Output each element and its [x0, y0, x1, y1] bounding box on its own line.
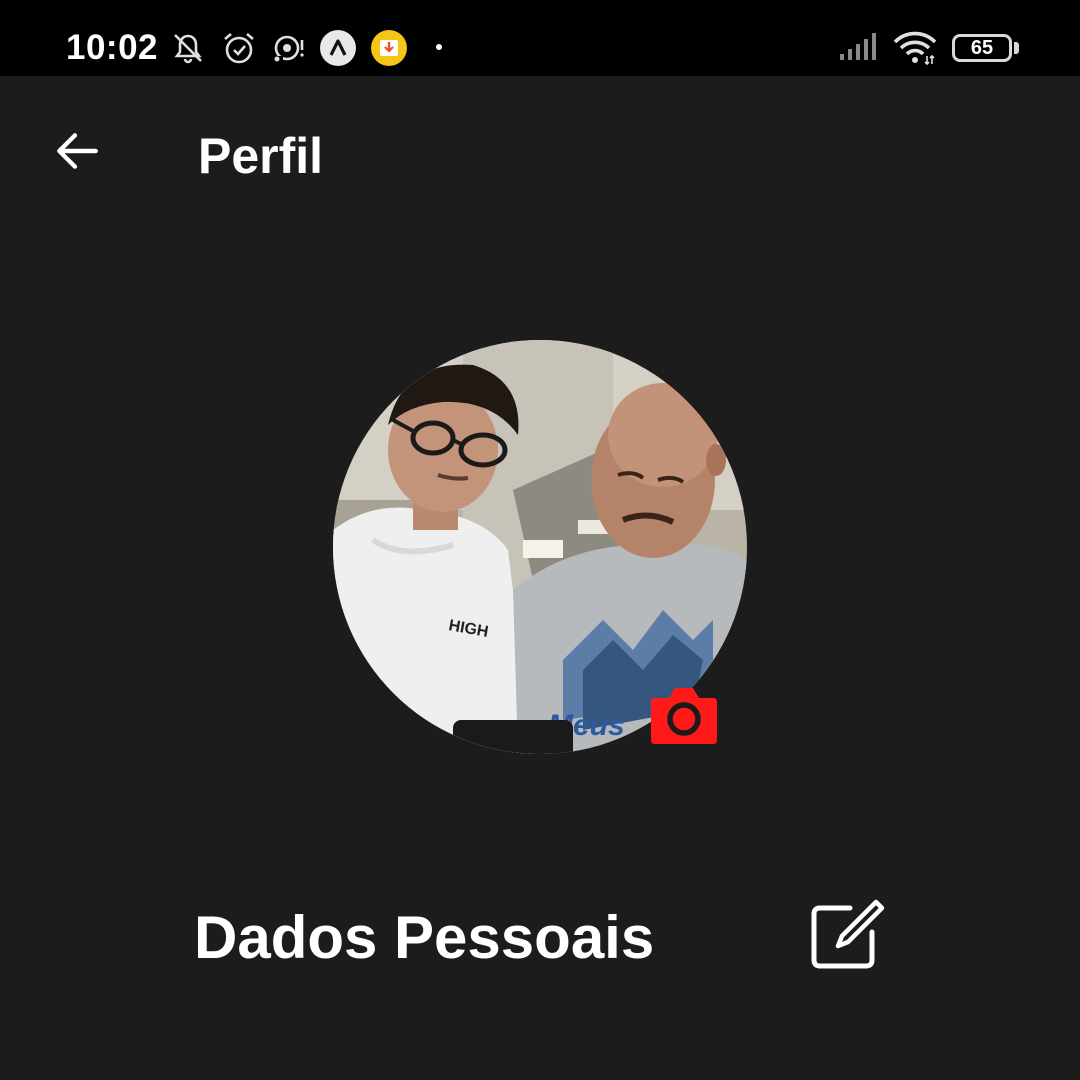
alarm-icon	[221, 30, 257, 66]
battery-tip	[1014, 42, 1019, 54]
profile-screen: 10:02 65 Perfil HIGH Meus Dados Pessoais	[0, 0, 1080, 1080]
section-title-personal-data: Dados Pessoais	[194, 904, 655, 971]
wifi-icon	[892, 30, 938, 66]
cast-icon	[270, 30, 306, 66]
avatar-container: HIGH Meus	[333, 340, 747, 754]
bell-off-icon	[170, 30, 206, 66]
battery-icon: 65	[952, 34, 1012, 62]
app-bar: Perfil	[0, 76, 1080, 226]
notification-dot	[436, 44, 442, 50]
camera-icon	[651, 688, 717, 744]
back-button[interactable]	[44, 118, 110, 184]
status-time: 10:02	[66, 28, 159, 67]
edit-icon	[811, 899, 885, 969]
battery-level: 65	[970, 37, 994, 59]
signal-icon	[838, 30, 880, 66]
change-photo-button[interactable]	[647, 686, 721, 744]
download-icon	[371, 30, 407, 66]
page-title: Perfil	[198, 128, 324, 184]
edit-button[interactable]	[806, 896, 886, 976]
app-a-icon	[320, 30, 356, 66]
arrow-left-icon	[57, 133, 98, 169]
status-bar: 10:02 65	[0, 0, 1080, 76]
